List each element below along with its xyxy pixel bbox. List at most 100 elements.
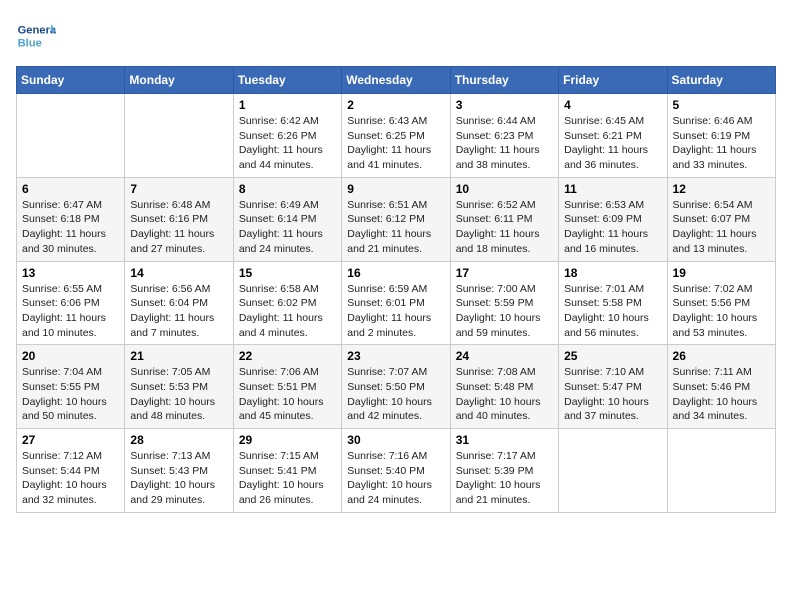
day-number: 25 [564,349,661,363]
day-content: Sunrise: 7:10 AM Sunset: 5:47 PM Dayligh… [564,365,661,424]
page-header: General Blue [16,16,776,56]
week-row-4: 20 Sunrise: 7:04 AM Sunset: 5:55 PM Dayli… [17,345,776,429]
day-content: Sunrise: 6:45 AM Sunset: 6:21 PM Dayligh… [564,114,661,173]
day-header-thursday: Thursday [450,67,558,94]
calendar-cell: 28 Sunrise: 7:13 AM Sunset: 5:43 PM Dayli… [125,429,233,513]
calendar-cell: 8 Sunrise: 6:49 AM Sunset: 6:14 PM Daylig… [233,177,341,261]
day-content: Sunrise: 7:15 AM Sunset: 5:41 PM Dayligh… [239,449,336,508]
day-header-friday: Friday [559,67,667,94]
day-number: 28 [130,433,227,447]
day-number: 1 [239,98,336,112]
day-number: 13 [22,266,119,280]
calendar-table: SundayMondayTuesdayWednesdayThursdayFrid… [16,66,776,513]
day-content: Sunrise: 7:00 AM Sunset: 5:59 PM Dayligh… [456,282,553,341]
day-content: Sunrise: 6:59 AM Sunset: 6:01 PM Dayligh… [347,282,444,341]
day-number: 5 [673,98,770,112]
calendar-cell: 17 Sunrise: 7:00 AM Sunset: 5:59 PM Dayli… [450,261,558,345]
day-content: Sunrise: 6:42 AM Sunset: 6:26 PM Dayligh… [239,114,336,173]
day-header-wednesday: Wednesday [342,67,450,94]
calendar-header-row: SundayMondayTuesdayWednesdayThursdayFrid… [17,67,776,94]
calendar-cell: 21Sunrise: 7:05 AM Sunset: 5:53 PM Dayli… [125,345,233,429]
day-header-monday: Monday [125,67,233,94]
day-content: Sunrise: 6:44 AM Sunset: 6:23 PM Dayligh… [456,114,553,173]
day-content: Sunrise: 7:04 AM Sunset: 5:55 PM Dayligh… [22,365,119,424]
day-content: Sunrise: 7:12 AM Sunset: 5:44 PM Dayligh… [22,449,119,508]
day-number: 15 [239,266,336,280]
week-row-3: 13 Sunrise: 6:55 AM Sunset: 6:06 PM Dayli… [17,261,776,345]
day-number: 24 [456,349,553,363]
day-content: Sunrise: 6:58 AM Sunset: 6:02 PM Dayligh… [239,282,336,341]
calendar-cell [17,94,125,178]
day-number: 26 [673,349,770,363]
day-content: Sunrise: 7:02 AM Sunset: 5:56 PM Dayligh… [673,282,770,341]
day-number: 17 [456,266,553,280]
calendar-cell: 22 Sunrise: 7:06 AM Sunset: 5:51 PM Dayli… [233,345,341,429]
calendar-cell: 23 Sunrise: 7:07 AM Sunset: 5:50 PM Dayli… [342,345,450,429]
week-row-5: 27 Sunrise: 7:12 AM Sunset: 5:44 PM Dayli… [17,429,776,513]
day-number: 18 [564,266,661,280]
day-number: 3 [456,98,553,112]
day-number: 6 [22,182,119,196]
week-row-1: 1 Sunrise: 6:42 AM Sunset: 6:26 PM Daylig… [17,94,776,178]
calendar-cell: 30Sunrise: 7:16 AM Sunset: 5:40 PM Dayli… [342,429,450,513]
day-number: 9 [347,182,444,196]
calendar-cell [559,429,667,513]
calendar-cell: 26 Sunrise: 7:11 AM Sunset: 5:46 PM Dayli… [667,345,775,429]
calendar-cell: 25 Sunrise: 7:10 AM Sunset: 5:47 PM Dayli… [559,345,667,429]
day-content: Sunrise: 6:55 AM Sunset: 6:06 PM Dayligh… [22,282,119,341]
calendar-cell [125,94,233,178]
day-content: Sunrise: 7:05 AM Sunset: 5:53 PM Dayligh… [130,365,227,424]
week-row-2: 6 Sunrise: 6:47 AM Sunset: 6:18 PM Daylig… [17,177,776,261]
calendar-cell: 24 Sunrise: 7:08 AM Sunset: 5:48 PM Dayli… [450,345,558,429]
calendar-cell: 13 Sunrise: 6:55 AM Sunset: 6:06 PM Dayli… [17,261,125,345]
day-number: 23 [347,349,444,363]
logo-icon: General Blue [16,16,56,56]
calendar-cell: 18 Sunrise: 7:01 AM Sunset: 5:58 PM Dayli… [559,261,667,345]
day-content: Sunrise: 6:47 AM Sunset: 6:18 PM Dayligh… [22,198,119,257]
calendar-cell: 9 Sunrise: 6:51 AM Sunset: 6:12 PM Daylig… [342,177,450,261]
day-number: 16 [347,266,444,280]
day-number: 11 [564,182,661,196]
day-content: Sunrise: 7:01 AM Sunset: 5:58 PM Dayligh… [564,282,661,341]
day-content: Sunrise: 7:06 AM Sunset: 5:51 PM Dayligh… [239,365,336,424]
day-number: 20 [22,349,119,363]
day-content: Sunrise: 6:54 AM Sunset: 6:07 PM Dayligh… [673,198,770,257]
day-content: Sunrise: 7:17 AM Sunset: 5:39 PM Dayligh… [456,449,553,508]
calendar-cell: 5 Sunrise: 6:46 AM Sunset: 6:19 PM Daylig… [667,94,775,178]
calendar-cell: 31Sunrise: 7:17 AM Sunset: 5:39 PM Dayli… [450,429,558,513]
calendar-cell: 12 Sunrise: 6:54 AM Sunset: 6:07 PM Dayli… [667,177,775,261]
day-content: Sunrise: 6:49 AM Sunset: 6:14 PM Dayligh… [239,198,336,257]
calendar-cell: 14 Sunrise: 6:56 AM Sunset: 6:04 PM Dayli… [125,261,233,345]
day-content: Sunrise: 7:07 AM Sunset: 5:50 PM Dayligh… [347,365,444,424]
day-number: 8 [239,182,336,196]
calendar-cell: 16 Sunrise: 6:59 AM Sunset: 6:01 PM Dayli… [342,261,450,345]
day-number: 12 [673,182,770,196]
day-number: 2 [347,98,444,112]
day-content: Sunrise: 7:13 AM Sunset: 5:43 PM Dayligh… [130,449,227,508]
day-content: Sunrise: 7:11 AM Sunset: 5:46 PM Dayligh… [673,365,770,424]
day-content: Sunrise: 6:56 AM Sunset: 6:04 PM Dayligh… [130,282,227,341]
calendar-cell: 19Sunrise: 7:02 AM Sunset: 5:56 PM Dayli… [667,261,775,345]
day-number: 4 [564,98,661,112]
day-number: 22 [239,349,336,363]
day-content: Sunrise: 7:16 AM Sunset: 5:40 PM Dayligh… [347,449,444,508]
day-number: 27 [22,433,119,447]
day-content: Sunrise: 6:51 AM Sunset: 6:12 PM Dayligh… [347,198,444,257]
day-content: Sunrise: 6:46 AM Sunset: 6:19 PM Dayligh… [673,114,770,173]
day-header-sunday: Sunday [17,67,125,94]
calendar-cell: 20 Sunrise: 7:04 AM Sunset: 5:55 PM Dayli… [17,345,125,429]
calendar-cell: 6 Sunrise: 6:47 AM Sunset: 6:18 PM Daylig… [17,177,125,261]
day-content: Sunrise: 6:53 AM Sunset: 6:09 PM Dayligh… [564,198,661,257]
calendar-cell: 1 Sunrise: 6:42 AM Sunset: 6:26 PM Daylig… [233,94,341,178]
calendar-cell: 11 Sunrise: 6:53 AM Sunset: 6:09 PM Dayli… [559,177,667,261]
calendar-cell: 4 Sunrise: 6:45 AM Sunset: 6:21 PM Daylig… [559,94,667,178]
day-number: 14 [130,266,227,280]
day-header-tuesday: Tuesday [233,67,341,94]
svg-text:General: General [18,25,56,37]
day-number: 10 [456,182,553,196]
logo: General Blue [16,16,60,56]
calendar-cell: 15 Sunrise: 6:58 AM Sunset: 6:02 PM Dayli… [233,261,341,345]
calendar-cell: 27 Sunrise: 7:12 AM Sunset: 5:44 PM Dayli… [17,429,125,513]
day-content: Sunrise: 7:08 AM Sunset: 5:48 PM Dayligh… [456,365,553,424]
calendar-cell: 7Sunrise: 6:48 AM Sunset: 6:16 PM Daylig… [125,177,233,261]
